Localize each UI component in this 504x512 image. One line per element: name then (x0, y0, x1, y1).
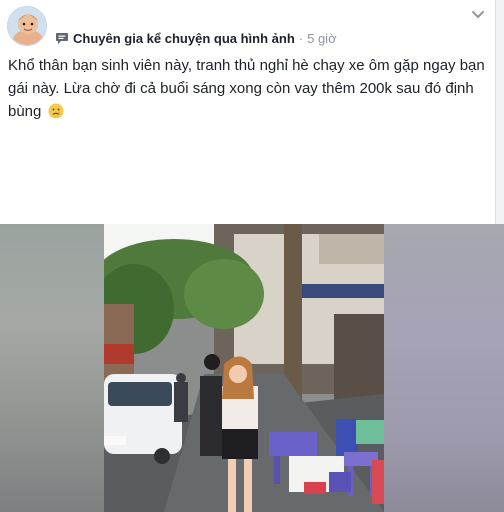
scrollbar-track[interactable] (495, 0, 504, 224)
post-media[interactable] (0, 224, 504, 512)
author-row: Chuyên gia kể chuyện qua hình ảnh · 5 gi… (55, 29, 337, 47)
media-blur-left (0, 224, 104, 512)
chat-bubble-icon (56, 33, 68, 44)
avatar-image (8, 7, 46, 45)
media-blur-right (384, 224, 504, 512)
post-body: Khổ thân bạn sinh viên này, tranh thủ ng… (8, 54, 488, 123)
post-text: Khổ thân bạn sinh viên này, tranh thủ ng… (8, 57, 485, 120)
author-avatar[interactable] (7, 6, 47, 46)
street-photo (104, 224, 384, 512)
meta-separator: · (298, 30, 304, 46)
sad-face-emoji (48, 103, 64, 119)
chevron-down-icon[interactable] (470, 8, 486, 22)
author-name[interactable]: Chuyên gia kể chuyện qua hình ảnh (73, 31, 295, 46)
post-timestamp[interactable]: 5 giờ (307, 31, 337, 46)
post-header: Chuyên gia kể chuyện qua hình ảnh · 5 gi… (0, 0, 504, 52)
